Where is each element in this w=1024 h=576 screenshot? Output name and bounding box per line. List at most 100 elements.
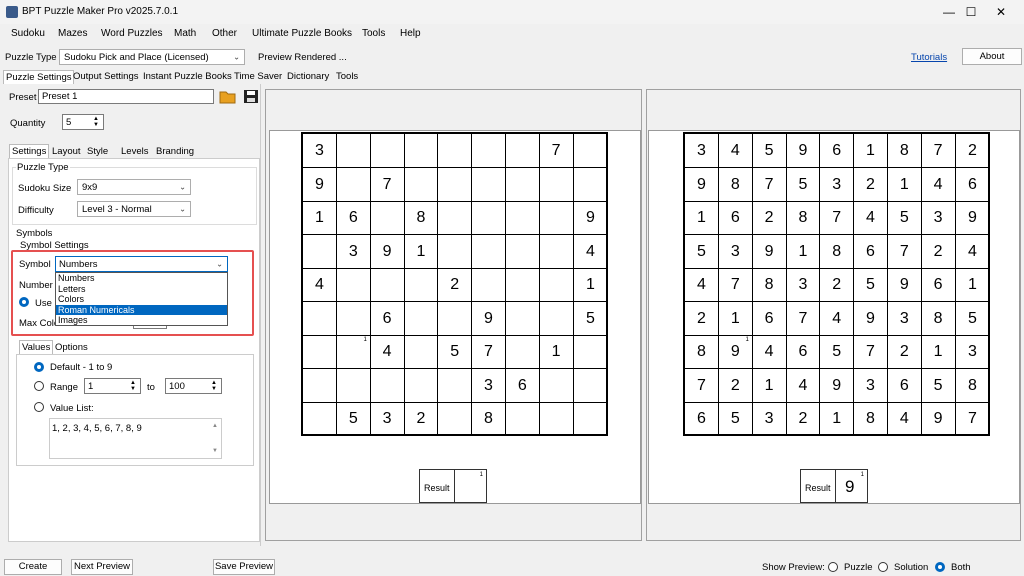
scroll-down-icon[interactable]: ▼: [212, 448, 218, 454]
value-list-textarea[interactable]: 1, 2, 3, 4, 5, 6, 7, 8, 9 ▲ ▼: [49, 418, 222, 459]
next-preview-button[interactable]: Next Preview: [71, 559, 133, 575]
grid-cell: 9: [820, 368, 855, 403]
tab-puzzle-settings[interactable]: Puzzle Settings: [3, 70, 75, 84]
grid-cell: 8: [854, 402, 888, 436]
grid-cell: 8: [786, 201, 821, 235]
tab-values[interactable]: Values: [19, 340, 54, 354]
chevron-down-icon[interactable]: ▼: [209, 386, 219, 392]
range-radio[interactable]: [34, 381, 44, 391]
menu-mazes[interactable]: Mazes: [58, 28, 87, 39]
cell-value: 6: [764, 309, 774, 327]
preset-input[interactable]: Preset 1: [38, 89, 214, 104]
app-icon: [6, 6, 18, 18]
cell-value: 1: [730, 309, 740, 327]
save-icon[interactable]: [243, 89, 259, 104]
subtab-branding[interactable]: Branding: [156, 146, 194, 157]
grid-cell: 6: [955, 168, 990, 202]
about-button[interactable]: About: [962, 48, 1022, 65]
grid-cell: [438, 167, 473, 202]
value-list-radio[interactable]: [34, 402, 44, 412]
grid-cell: 1: [820, 402, 855, 436]
grid-cell: [404, 268, 439, 302]
tutorials-link[interactable]: Tutorials: [911, 52, 947, 63]
grid-cell: 7: [820, 201, 855, 235]
range-to-stepper[interactable]: 100 ▲ ▼: [165, 378, 222, 394]
grid-cell: [539, 268, 574, 302]
tab-options[interactable]: Options: [55, 342, 88, 353]
grid-cell: [472, 167, 506, 202]
subtab-levels[interactable]: Levels: [121, 146, 148, 157]
grid-cell: 8: [752, 268, 787, 302]
subtab-style[interactable]: Style: [87, 146, 108, 157]
cell-value: 7: [899, 242, 909, 260]
close-button[interactable]: ✕: [978, 0, 1024, 24]
subtab-layout[interactable]: Layout: [52, 146, 81, 157]
grid-cell: [438, 368, 473, 403]
menu-word-puzzles[interactable]: Word Puzzles: [101, 28, 163, 39]
grid-cell: 3: [371, 402, 405, 436]
cell-value: 5: [348, 410, 358, 427]
cell-value: 4: [697, 276, 706, 293]
preview-both-radio[interactable]: [935, 562, 945, 572]
difficulty-select[interactable]: Level 3 - Normal ⌄: [77, 201, 191, 217]
cell-value: 5: [798, 175, 808, 193]
grid-cell: 6: [370, 301, 405, 336]
scroll-up-icon[interactable]: ▲: [212, 423, 218, 429]
tab-time-saver[interactable]: Time Saver: [232, 70, 284, 84]
cell-value: 6: [899, 376, 909, 394]
grid-cell: [336, 268, 371, 302]
grid-cell: 3: [718, 234, 753, 269]
cell-value: 3: [348, 242, 358, 260]
grid-cell: 3: [887, 301, 922, 336]
save-preview-button[interactable]: Save Preview: [213, 559, 275, 575]
tab-dictionary[interactable]: Dictionary: [285, 70, 331, 84]
cell-value: 5: [730, 410, 740, 427]
grid-cell: [573, 335, 608, 369]
grid-cell: 1: [752, 368, 787, 403]
grid-cell: 2: [404, 402, 439, 436]
chevron-down-icon[interactable]: ▼: [128, 386, 138, 392]
quantity-stepper[interactable]: 5 ▲ ▼: [62, 114, 104, 130]
grid-cell: 3: [921, 201, 956, 235]
grid-cell: [438, 301, 473, 336]
tab-output-settings[interactable]: Output Settings: [71, 70, 140, 84]
grid-cell: 2: [752, 201, 787, 235]
preview-solution-label: Solution: [894, 562, 929, 573]
cell-value: 7: [484, 343, 493, 360]
sudoku-size-select[interactable]: 9x9 ⌄: [77, 179, 191, 195]
tab-tools[interactable]: Tools: [334, 70, 360, 84]
menu-other[interactable]: Other: [212, 28, 237, 39]
chevron-down-icon[interactable]: ▼: [91, 122, 101, 128]
open-folder-icon[interactable]: [219, 89, 236, 104]
cell-value: 9: [315, 175, 324, 193]
menu-help[interactable]: Help: [400, 28, 421, 39]
default-radio[interactable]: [34, 362, 44, 372]
menu-sudoku[interactable]: Sudoku: [11, 28, 45, 39]
puzzle-result-box: Result 1: [419, 469, 487, 503]
grid-cell: 5: [854, 268, 888, 302]
preview-puzzle-radio[interactable]: [828, 562, 838, 572]
tab-instant-puzzle-books[interactable]: Instant Puzzle Books: [141, 70, 234, 84]
puzzle-type-select[interactable]: Sudoku Pick and Place (Licensed) ⌄: [59, 49, 245, 65]
preset-label: Preset: [9, 92, 37, 103]
cell-value: 6: [832, 142, 842, 159]
cell-value: 9: [585, 209, 595, 226]
menu-tools[interactable]: Tools: [362, 28, 385, 39]
preview-solution-radio[interactable]: [878, 562, 888, 572]
menu-math[interactable]: Math: [174, 28, 196, 39]
grid-cell: [506, 402, 540, 436]
cell-value: 3: [697, 142, 706, 159]
puzzle-type-group-title: Puzzle Type: [16, 162, 70, 173]
cell-note: 1: [745, 337, 749, 343]
grid-cell: 4: [921, 167, 956, 202]
subtab-settings[interactable]: Settings: [9, 144, 50, 158]
create-button[interactable]: Create: [4, 559, 62, 575]
grid-cell: 2: [820, 268, 855, 302]
cell-value: 9: [382, 242, 392, 260]
result-note: 1: [479, 472, 483, 478]
grid-cell: [539, 234, 574, 269]
range-from-stepper[interactable]: 1 ▲ ▼: [84, 378, 141, 394]
grid-cell: [505, 167, 540, 202]
grid-cell: [539, 368, 574, 403]
menu-ultimate-puzzle-books[interactable]: Ultimate Puzzle Books: [252, 28, 352, 39]
